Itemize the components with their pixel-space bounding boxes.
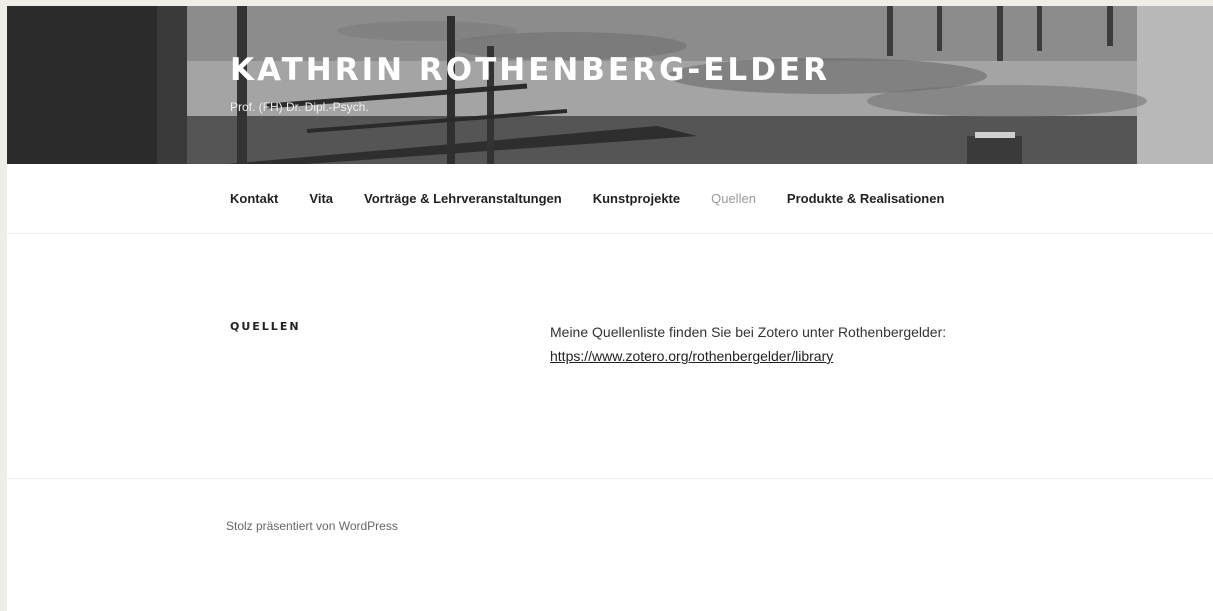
nav-item-vita[interactable]: Vita — [309, 191, 333, 206]
nav-item-vortraege[interactable]: Vorträge & Lehrveranstaltungen — [364, 191, 562, 206]
nav-item-produkte[interactable]: Produkte & Realisationen — [787, 191, 944, 206]
zotero-link[interactable]: https://www.zotero.org/rothenbergelder/l… — [550, 348, 833, 364]
site-title[interactable]: KATHRIN ROTHENBERG-ELDER — [230, 52, 830, 88]
footer-divider — [7, 478, 1213, 479]
site-description: Prof. (FH) Dr. Dipl.-Psych. — [230, 100, 369, 114]
main-navigation: Kontakt Vita Vorträge & Lehrveranstaltun… — [7, 164, 1213, 234]
content-text: Meine Quellenliste finden Sie bei Zotero… — [550, 324, 947, 340]
page: KATHRIN ROTHENBERG-ELDER Prof. (FH) Dr. … — [7, 6, 1213, 611]
nav-item-quellen[interactable]: Quellen — [711, 191, 756, 206]
nav-item-kontakt[interactable]: Kontakt — [230, 191, 278, 206]
nav-item-kunstprojekte[interactable]: Kunstprojekte — [593, 191, 680, 206]
header-banner: KATHRIN ROTHENBERG-ELDER Prof. (FH) Dr. … — [7, 6, 1213, 164]
page-title: QUELLEN — [230, 320, 301, 333]
footer-credit[interactable]: Stolz präsentiert von WordPress — [226, 519, 398, 533]
page-content: Meine Quellenliste finden Sie bei Zotero… — [550, 320, 1150, 368]
nav-menu: Kontakt Vita Vorträge & Lehrveranstaltun… — [230, 191, 975, 206]
